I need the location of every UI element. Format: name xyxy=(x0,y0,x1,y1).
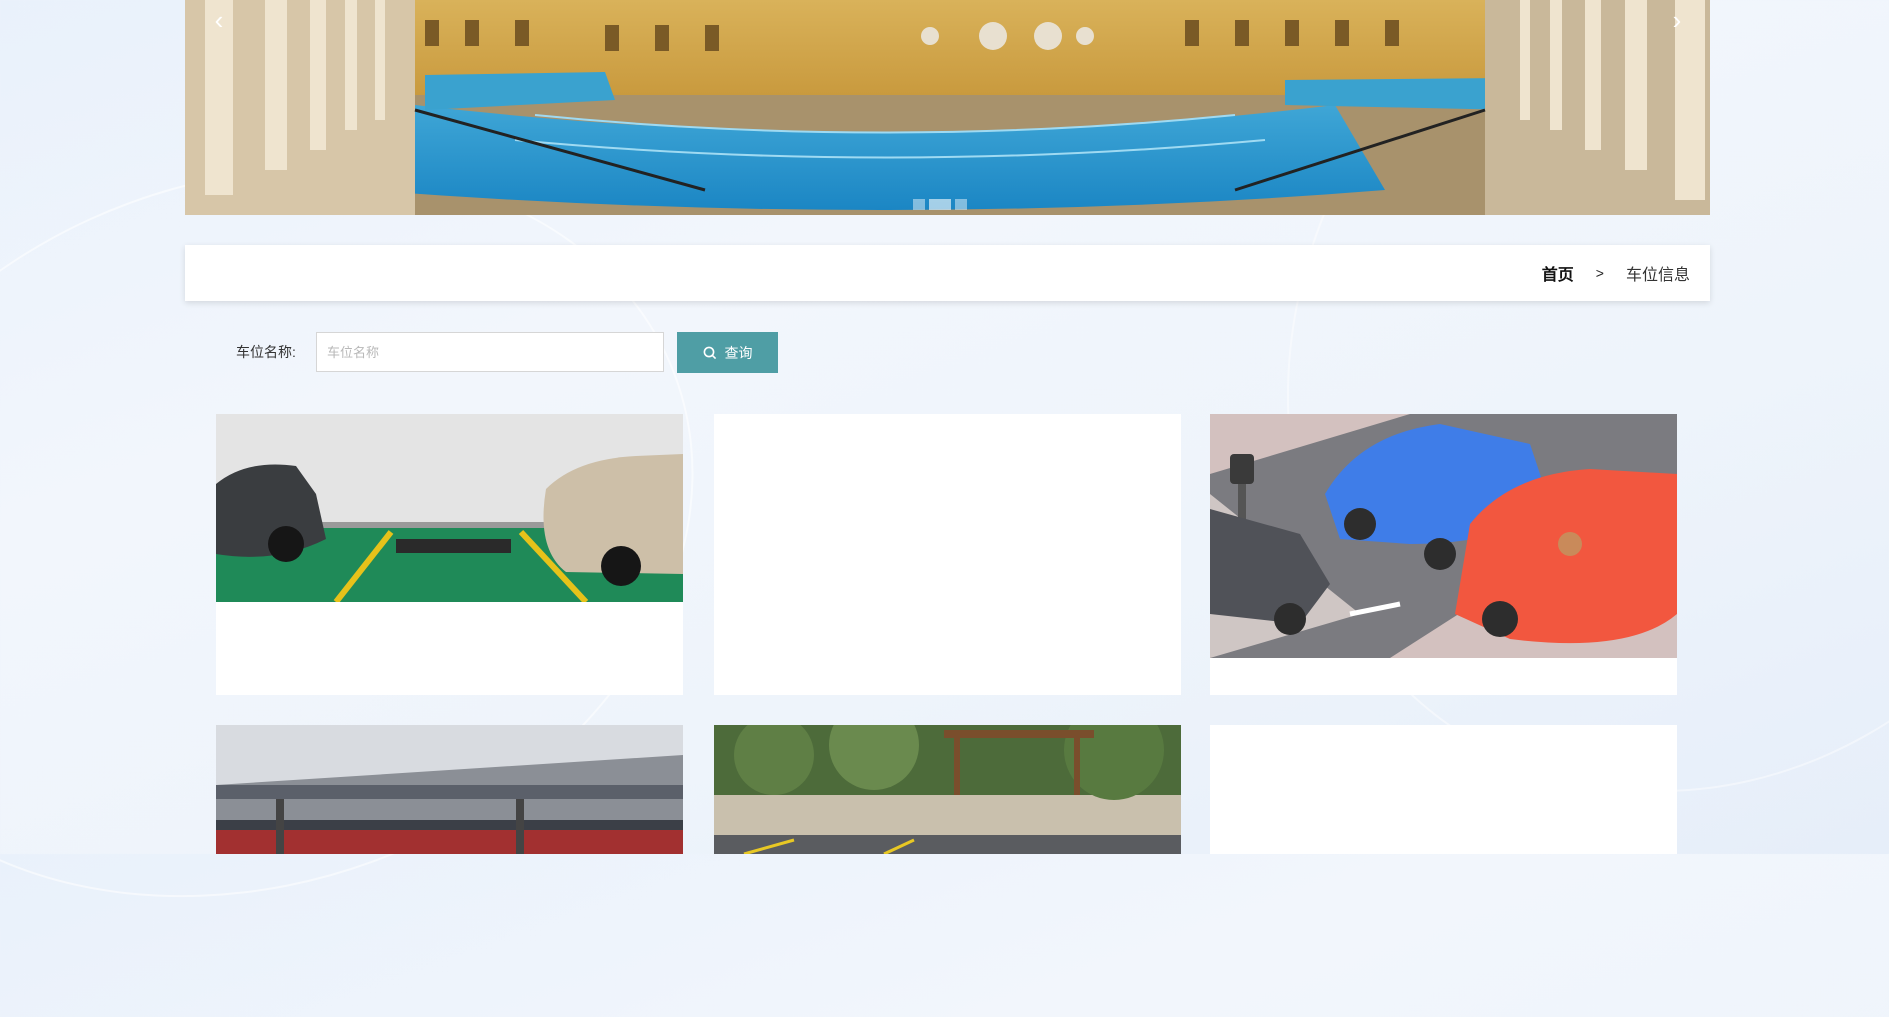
outdoor-parking-photo xyxy=(714,725,1181,854)
search-button[interactable]: 查询 xyxy=(677,332,778,373)
parking-space-card[interactable] xyxy=(216,414,683,695)
carousel-dot[interactable] xyxy=(955,199,967,210)
mechanical-parking-photo xyxy=(216,725,683,854)
search-icon xyxy=(703,346,716,359)
search-button-label: 查询 xyxy=(724,344,753,361)
parking-space-card[interactable] xyxy=(714,414,1181,695)
chevron-left-icon[interactable]: ‹ xyxy=(199,0,239,40)
parking-space-card[interactable] xyxy=(1210,414,1677,695)
search-label: 车位名称: xyxy=(236,344,296,360)
carousel-dot[interactable] xyxy=(913,199,925,210)
breadcrumb-current: 车位信息 xyxy=(1625,267,1690,284)
chevron-right-icon[interactable]: › xyxy=(1657,0,1697,40)
breadcrumb-bar: 首页 > 车位信息 xyxy=(185,245,1710,301)
cartoon-cars-illustration xyxy=(1210,414,1677,658)
search-input[interactable] xyxy=(316,332,664,372)
breadcrumb-home-link[interactable]: 首页 xyxy=(1542,261,1574,285)
parking-space-card[interactable] xyxy=(216,725,683,854)
parking-garage-photo xyxy=(216,414,683,602)
banner-image xyxy=(185,0,1710,215)
breadcrumb-separator: > xyxy=(1595,265,1604,281)
parking-space-card[interactable] xyxy=(1210,725,1677,854)
carousel-indicators xyxy=(913,199,967,210)
parking-space-card[interactable] xyxy=(714,725,1181,854)
breadcrumb: 首页 > 车位信息 xyxy=(1542,245,1690,301)
banner-carousel[interactable]: ‹ › xyxy=(185,0,1710,215)
carousel-dot-active[interactable] xyxy=(929,199,951,210)
